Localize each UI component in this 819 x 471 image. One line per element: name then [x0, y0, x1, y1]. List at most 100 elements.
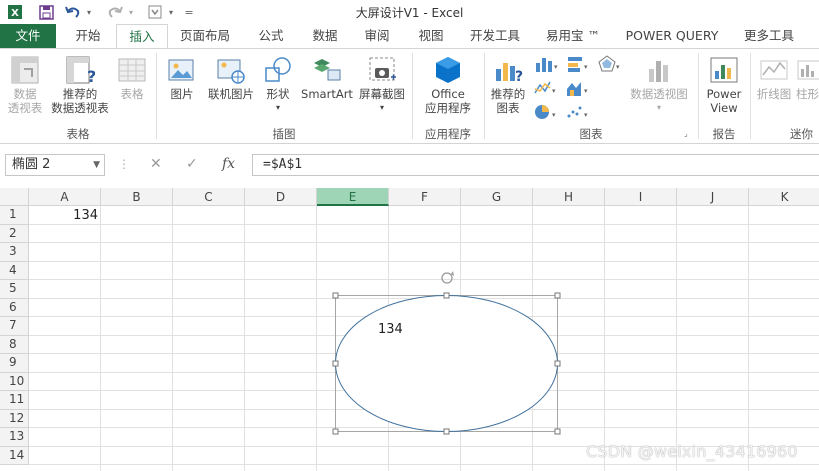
- resize-handle-ne[interactable]: [554, 292, 561, 299]
- sparkline-line-label: 折线图: [756, 87, 792, 101]
- tab-formulas[interactable]: 公式: [246, 24, 296, 48]
- charts-dialog-launcher-icon[interactable]: ⌟: [684, 129, 688, 138]
- resize-handle-se[interactable]: [554, 428, 561, 435]
- radar-chart-button[interactable]: ▾: [596, 55, 624, 76]
- svg-text:▾: ▾: [552, 111, 556, 119]
- cancel-icon[interactable]: ✕: [150, 156, 162, 172]
- tab-file[interactable]: 文件: [0, 24, 56, 48]
- row-header-4[interactable]: 4: [0, 261, 29, 280]
- svg-text:▾: ▾: [552, 87, 556, 95]
- rotation-handle-icon[interactable]: [441, 271, 454, 284]
- recommended-charts-label-line1: 推荐的: [490, 87, 526, 101]
- shapes-button[interactable]: 形状 ▾: [260, 55, 296, 115]
- formula-input[interactable]: =$A$1: [252, 154, 819, 176]
- svg-text:▾: ▾: [616, 63, 620, 71]
- row-header-13[interactable]: 13: [0, 428, 29, 447]
- tab-developer[interactable]: 开发工具: [462, 24, 528, 48]
- pivot-table-label-line2: 透视表: [7, 101, 43, 115]
- column-header-i[interactable]: I: [605, 188, 677, 206]
- scatter-chart-icon: ▾: [567, 106, 588, 119]
- row-header-3[interactable]: 3: [0, 243, 29, 262]
- resize-handle-s[interactable]: [443, 428, 450, 435]
- tab-more-tools[interactable]: 更多工具: [734, 24, 804, 48]
- column-header-j[interactable]: J: [677, 188, 749, 206]
- resize-handle-e[interactable]: [554, 360, 561, 367]
- resize-handle-n[interactable]: [443, 292, 450, 299]
- resize-handle-sw[interactable]: [332, 428, 339, 435]
- screenshot-button[interactable]: 屏幕截图 ▾: [356, 55, 408, 115]
- column-header-c[interactable]: C: [173, 188, 245, 206]
- pivot-table-label-line1: 数据: [13, 87, 37, 101]
- enter-icon[interactable]: ✓: [186, 156, 198, 172]
- select-all-corner[interactable]: [0, 188, 29, 206]
- sparkline-column-label: 柱形: [796, 87, 819, 101]
- sparkline-line-button[interactable]: 折线图: [754, 55, 794, 101]
- name-box[interactable]: 椭圆 2 ▼: [5, 154, 105, 176]
- tab-page-layout[interactable]: 页面布局: [172, 24, 238, 48]
- picture-label: 图片: [170, 87, 194, 101]
- recommended-charts-button[interactable]: ? 推荐的 图表: [488, 55, 528, 115]
- ribbon-separator: [750, 53, 751, 139]
- table-button[interactable]: 表格: [114, 55, 150, 101]
- smartart-label: SmartArt: [301, 87, 353, 101]
- group-apps-label: 应用程序: [425, 127, 471, 141]
- office-apps-button[interactable]: Office 应用程序: [416, 55, 480, 115]
- column-header-k[interactable]: K: [749, 188, 819, 206]
- row-header-11[interactable]: 11: [0, 391, 29, 410]
- row-header-5[interactable]: 5: [0, 280, 29, 299]
- tab-insert[interactable]: 插入: [116, 24, 168, 49]
- shapes-label: 形状: [266, 87, 290, 101]
- online-picture-button[interactable]: 联机图片: [204, 55, 258, 101]
- row-header-7[interactable]: 7: [0, 317, 29, 336]
- svg-text:▾: ▾: [554, 63, 558, 71]
- resize-handle-w[interactable]: [332, 360, 339, 367]
- cell-a1[interactable]: 134: [30, 208, 98, 223]
- row-header-1[interactable]: 1: [0, 206, 29, 225]
- row-header-14[interactable]: 14: [0, 446, 29, 465]
- tab-view[interactable]: 视图: [406, 24, 456, 48]
- resize-handle-nw[interactable]: [332, 292, 339, 299]
- column-header-b[interactable]: B: [101, 188, 173, 206]
- recommended-pivot-icon: ?: [65, 55, 96, 86]
- column-header-d[interactable]: D: [245, 188, 317, 206]
- row-header-9[interactable]: 9: [0, 354, 29, 373]
- tab-yiyongbao[interactable]: 易用宝 ™: [536, 24, 610, 48]
- group-charts-label: 图表: [579, 127, 603, 141]
- insert-function-icon[interactable]: fx: [222, 156, 235, 172]
- row-header-2[interactable]: 2: [0, 224, 29, 243]
- office-apps-label-line2: 应用程序: [425, 101, 471, 115]
- power-view-button[interactable]: Power View: [702, 55, 746, 115]
- tab-power-query[interactable]: POWER QUERY: [620, 24, 724, 48]
- tab-data[interactable]: 数据: [300, 24, 350, 48]
- ribbon-panel: 数据 透视表 ? 推荐的 数据透视表 表格 表格 图片 联机图片 形状 ▾: [0, 48, 819, 144]
- column-header-f[interactable]: F: [389, 188, 461, 206]
- tab-review[interactable]: 审阅: [352, 24, 402, 48]
- bar-chart-button[interactable]: ▾: [564, 55, 592, 76]
- pivot-table-button[interactable]: 数据 透视表: [4, 55, 46, 115]
- scatter-chart-button[interactable]: ▾: [564, 103, 592, 124]
- name-box-dropdown-icon[interactable]: ▼: [93, 155, 100, 175]
- picture-icon: [167, 55, 197, 85]
- row-header-8[interactable]: 8: [0, 335, 29, 354]
- column-header-g[interactable]: G: [461, 188, 533, 206]
- column-chart-button[interactable]: ▾: [532, 55, 560, 76]
- area-chart-button[interactable]: ▾: [564, 79, 592, 100]
- smartart-button[interactable]: SmartArt: [298, 55, 356, 101]
- column-header-e[interactable]: E: [317, 188, 389, 206]
- row-header-6[interactable]: 6: [0, 298, 29, 317]
- ellipse-shape[interactable]: [330, 268, 566, 438]
- row-header-12[interactable]: 12: [0, 409, 29, 428]
- picture-button[interactable]: 图片: [164, 55, 200, 101]
- line-chart-button[interactable]: ▾: [532, 79, 560, 100]
- pie-chart-button[interactable]: ▾: [532, 103, 560, 124]
- column-header-a[interactable]: A: [29, 188, 101, 206]
- column-header-h[interactable]: H: [533, 188, 605, 206]
- group-sparklines-label: 迷你: [790, 127, 813, 141]
- tab-home[interactable]: 开始: [62, 24, 114, 48]
- pie-chart-icon: ▾: [535, 105, 556, 119]
- row-header-10[interactable]: 10: [0, 372, 29, 391]
- sparkline-column-button[interactable]: 柱形: [796, 55, 819, 101]
- recommended-pivot-button[interactable]: ? 推荐的 数据透视表: [48, 55, 112, 115]
- pivot-chart-button[interactable]: 数据透视图 ▾: [628, 55, 690, 115]
- svg-text:▾: ▾: [584, 63, 588, 71]
